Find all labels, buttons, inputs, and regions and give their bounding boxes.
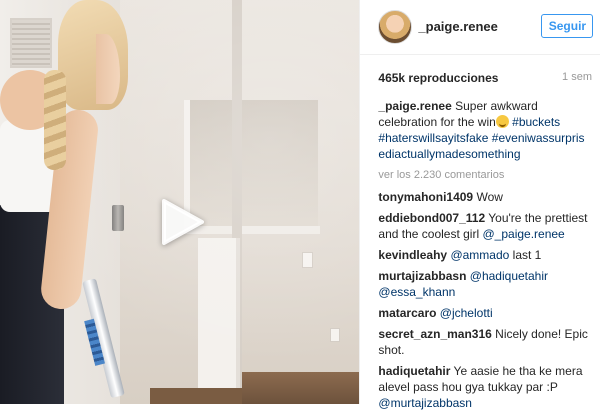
comment-username[interactable]: secret_azn_man316: [378, 327, 491, 341]
comment-username[interactable]: murtajizabbasn: [378, 269, 466, 283]
post-header: _paige.renee Seguir: [360, 0, 600, 55]
comment-list: _paige.renee Super awkward celebration f…: [378, 98, 588, 416]
mention-link[interactable]: @_paige.renee: [482, 227, 564, 241]
grinning-emoji-icon: [495, 115, 509, 128]
comment-text: Wow: [476, 190, 503, 204]
mention-link[interactable]: @ammado: [450, 248, 509, 262]
hashtag-link[interactable]: #haterswillsayitsfake: [378, 131, 488, 145]
comment-username[interactable]: matarcaro: [378, 306, 436, 320]
view-count: 465k reproducciones: [378, 71, 499, 85]
username-link[interactable]: _paige.renee: [418, 19, 498, 34]
comment: murtajizabbasn @hadiquetahir @essa_khann: [378, 268, 588, 300]
avatar[interactable]: [378, 10, 413, 44]
comment-username[interactable]: hadiquetahir: [378, 364, 450, 378]
person-braid: [44, 70, 66, 170]
comment: matarcaro @jchelotti: [378, 305, 588, 321]
comment: eddiebond007_112 You're the prettiest an…: [378, 210, 588, 242]
play-icon-shape: [162, 199, 204, 245]
post-age[interactable]: 1 sem: [562, 71, 592, 83]
caption-username[interactable]: _paige.renee: [378, 99, 451, 113]
comment-username[interactable]: kevindleahy: [378, 248, 447, 262]
hashtag-link[interactable]: #buckets: [512, 115, 560, 129]
instagram-post-modal: _paige.renee Seguir 465k reproducciones …: [0, 0, 600, 410]
video-player[interactable]: [0, 0, 360, 404]
comment-text: last 1: [512, 248, 542, 262]
comment-username[interactable]: tonymahoni1409: [378, 190, 473, 204]
play-icon[interactable]: [160, 197, 206, 247]
comment: tonymahoni1409 Wow: [378, 189, 588, 205]
mention-link[interactable]: @essa_khann: [378, 285, 455, 299]
comment: secret_azn_man316 Nicely done! Epic shot…: [378, 326, 588, 358]
caption: _paige.renee Super awkward celebration f…: [378, 98, 588, 162]
comment: kevindleahy @ammado last 1: [378, 247, 588, 263]
mention-link[interactable]: @jchelotti: [440, 306, 493, 320]
mention-link[interactable]: @murtajizabbasn: [378, 396, 472, 410]
view-all-comments-link[interactable]: ver los 2.230 comentarios: [378, 167, 588, 183]
post-sidebar: _paige.renee Seguir 465k reproducciones …: [359, 0, 600, 410]
comment-username[interactable]: eddiebond007_112: [378, 211, 485, 225]
mention-link[interactable]: @hadiquetahir: [470, 269, 548, 283]
follow-button[interactable]: Seguir: [541, 14, 594, 38]
